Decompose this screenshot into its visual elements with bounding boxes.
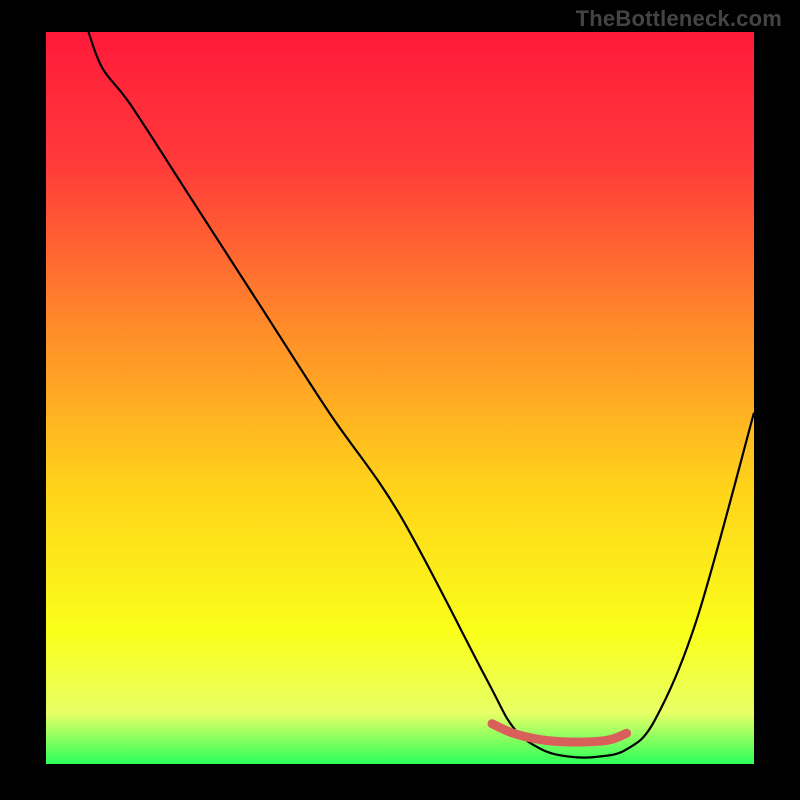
chart-frame: TheBottleneck.com [0, 0, 800, 800]
plot-background-gradient [46, 32, 754, 764]
watermark-text: TheBottleneck.com [576, 6, 782, 32]
bottleneck-chart [0, 0, 800, 800]
